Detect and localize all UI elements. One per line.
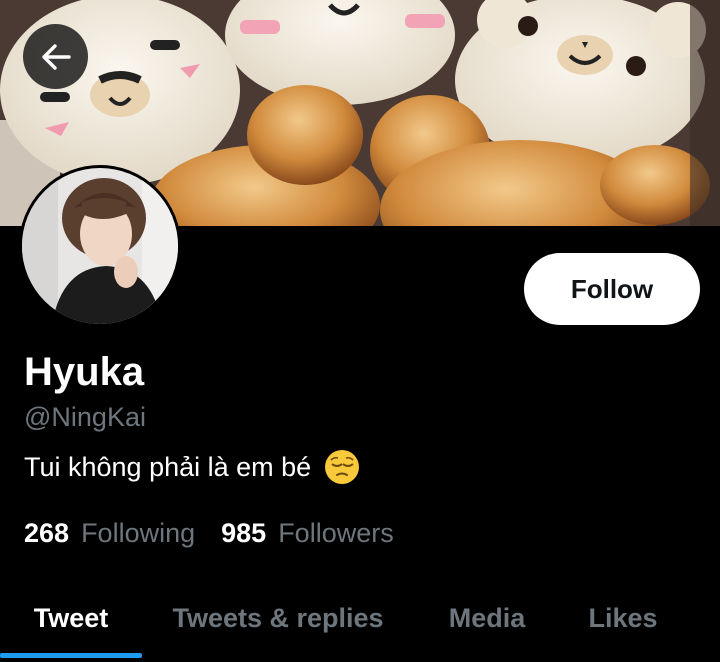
- display-name: Hyuka: [24, 350, 145, 394]
- following-count: 268: [24, 518, 70, 548]
- avatar-image: [22, 168, 178, 324]
- followers-count: 985: [221, 518, 267, 548]
- pensive-face-emoji-icon: [325, 450, 360, 484]
- user-handle: @NingKai: [24, 402, 146, 432]
- following-stat[interactable]: 268 Following: [24, 515, 195, 551]
- follow-stats: 268 Following 985 Followers: [24, 515, 420, 551]
- active-tab-indicator: [0, 653, 142, 658]
- bio-text: Tui không phải là em bé: [24, 452, 312, 482]
- tab-tweets-replies[interactable]: Tweets & replies: [162, 574, 394, 662]
- followers-stat[interactable]: 985 Followers: [221, 515, 394, 551]
- followers-label: Followers: [278, 518, 394, 548]
- profile-tabs: Tweet Tweets & replies Media Likes: [0, 574, 720, 662]
- following-label: Following: [81, 518, 196, 548]
- tab-likes[interactable]: Likes: [574, 574, 672, 662]
- tab-tweet[interactable]: Tweet: [0, 574, 142, 662]
- bio: Tui không phải là em bé: [24, 448, 361, 486]
- tab-media[interactable]: Media: [430, 574, 544, 662]
- avatar[interactable]: [19, 165, 181, 327]
- arrow-left-icon: [41, 43, 71, 70]
- follow-button[interactable]: Follow: [524, 253, 700, 325]
- back-button[interactable]: [23, 24, 88, 89]
